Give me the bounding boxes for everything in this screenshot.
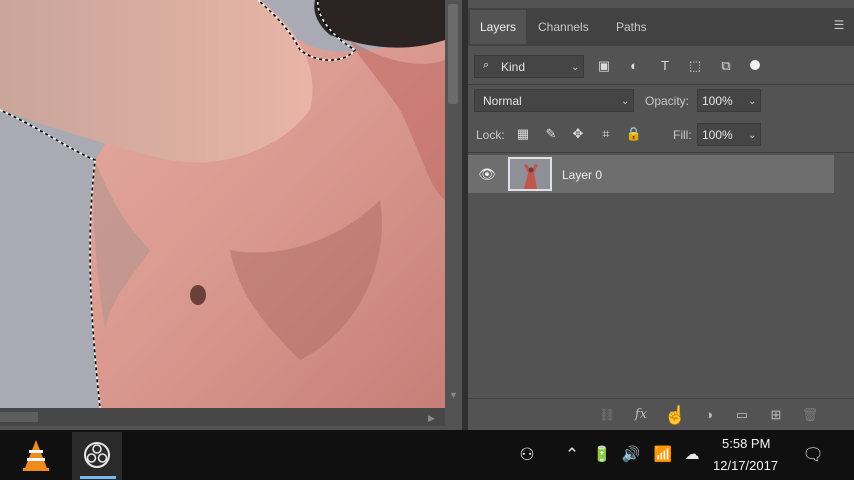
- filter-type-layer-icon[interactable]: T: [655, 56, 675, 76]
- tab-layers[interactable]: Layers: [470, 10, 527, 44]
- opacity-label: Opacity:: [645, 94, 690, 108]
- filter-shape-layer-icon[interactable]: ⬚: [685, 56, 705, 76]
- lock-image-pixels-icon[interactable]: ✎: [541, 124, 561, 144]
- network-signal-icon[interactable]: 📶: [648, 440, 678, 470]
- show-hidden-icons-chevron-icon[interactable]: ⌃: [557, 440, 587, 470]
- tab-channels[interactable]: Channels: [528, 10, 599, 44]
- fill-value: 100%: [702, 128, 733, 142]
- chevron-down-icon[interactable]: ⌄: [748, 96, 756, 107]
- obs-logo-icon: [84, 442, 110, 468]
- fill-label: Fill:: [673, 128, 692, 142]
- mouse-cursor-hand-icon: ☝: [664, 405, 687, 425]
- canvas-image: [0, 0, 445, 408]
- scroll-down-arrow-icon[interactable]: ▼: [449, 390, 458, 400]
- tab-paths[interactable]: Paths: [606, 10, 657, 44]
- layers-panel-toolbar: [468, 398, 854, 431]
- fill-field[interactable]: 100% ⌄: [697, 123, 761, 146]
- filter-kind-select[interactable]: ⌕ Kind ⌄: [474, 55, 584, 78]
- link-layers-icon[interactable]: ⛓: [597, 405, 617, 425]
- cloud-upload-icon[interactable]: ☁: [677, 440, 707, 470]
- chevron-down-icon: ⌄: [621, 96, 630, 107]
- scroll-right-arrow-icon[interactable]: ▶: [428, 413, 435, 424]
- lock-transparent-pixels-icon[interactable]: ▦: [513, 124, 533, 144]
- obs-app-icon[interactable]: [82, 440, 112, 470]
- divider: [468, 84, 854, 85]
- blend-mode-value: Normal: [483, 94, 522, 108]
- visibility-eye-icon[interactable]: 👁: [478, 166, 496, 182]
- canvas-horizontal-scrollbar[interactable]: [0, 408, 445, 426]
- chevron-down-icon[interactable]: ⌄: [748, 130, 756, 141]
- battery-charging-icon[interactable]: 🔋: [587, 440, 617, 470]
- vlc-app-icon[interactable]: [18, 436, 54, 474]
- horizontal-scroll-thumb[interactable]: [0, 412, 38, 422]
- document-canvas[interactable]: [0, 0, 445, 408]
- people-icon[interactable]: ⚇: [512, 440, 542, 470]
- divider: [468, 152, 854, 153]
- vertical-scroll-thumb[interactable]: [448, 4, 458, 104]
- new-adjustment-layer-icon[interactable]: ◑: [699, 405, 719, 425]
- action-center-notifications-icon[interactable]: 🗨: [798, 440, 828, 470]
- filter-kind-label: Kind: [501, 60, 526, 74]
- filter-adjustment-layer-icon[interactable]: ◐: [624, 56, 644, 76]
- lock-position-icon[interactable]: ✥: [568, 124, 588, 144]
- taskbar-date[interactable]: 12/17/2017: [713, 458, 778, 473]
- lock-all-icon[interactable]: 🔒: [624, 124, 644, 144]
- layer-style-fx-icon[interactable]: fx: [631, 405, 651, 425]
- layer-thumbnail[interactable]: [508, 157, 552, 191]
- active-app-indicator: [80, 476, 116, 479]
- filter-smart-object-icon[interactable]: ⧉: [716, 56, 736, 76]
- new-layer-icon[interactable]: ⊞: [766, 405, 786, 425]
- delete-layer-trash-icon[interactable]: 🗑: [800, 405, 820, 425]
- panel-menu-icon[interactable]: ☰: [832, 18, 846, 32]
- opacity-value: 100%: [702, 94, 733, 108]
- blend-mode-select[interactable]: Normal ⌄: [474, 89, 634, 112]
- search-icon: ⌕: [483, 59, 490, 71]
- chevron-down-icon: ⌄: [571, 62, 580, 73]
- layer-thumbnail-image: [510, 159, 550, 189]
- lock-label: Lock:: [476, 128, 505, 142]
- lock-artboard-icon[interactable]: ⌗: [596, 124, 616, 144]
- opacity-field[interactable]: 100% ⌄: [697, 89, 761, 112]
- filter-pixel-layer-icon[interactable]: ▣: [594, 56, 614, 76]
- volume-speaker-icon[interactable]: 🔊: [616, 440, 646, 470]
- new-group-folder-icon[interactable]: ▭: [732, 405, 752, 425]
- vlc-cone-icon: [23, 440, 49, 471]
- layer-name[interactable]: Layer 0: [562, 168, 602, 182]
- filter-toggle-icon[interactable]: [750, 60, 760, 70]
- taskbar-time[interactable]: 5:58 PM: [722, 436, 770, 451]
